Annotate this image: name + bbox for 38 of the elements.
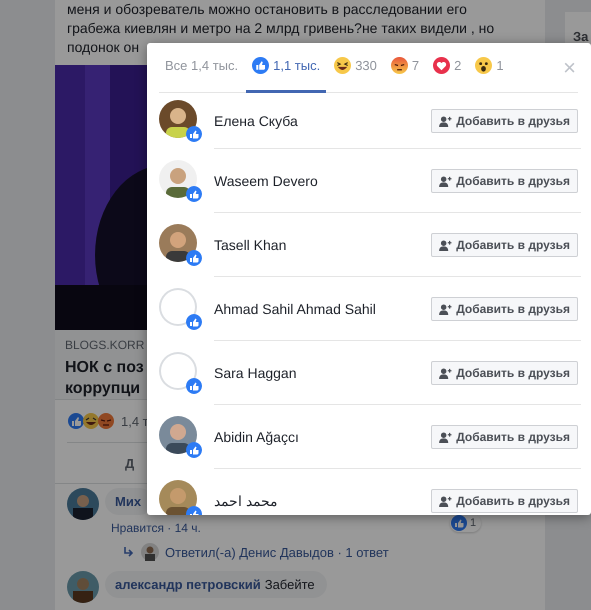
reactions-icon[interactable] <box>67 412 117 430</box>
add-person-icon <box>439 176 452 186</box>
like-badge-icon <box>186 442 202 458</box>
replies-link[interactable]: Ответил(-а) Денис Давыдов · 1 ответ <box>165 544 389 560</box>
action-label[interactable]: Д <box>125 456 134 470</box>
like-badge-icon <box>186 250 202 266</box>
comment-author[interactable]: александр петровский <box>115 577 261 592</box>
add-friend-button[interactable]: Добавить в друзья <box>431 233 578 257</box>
add-person-icon <box>439 432 452 442</box>
add-friend-button[interactable]: Добавить в друзья <box>431 489 578 513</box>
like-badge-icon <box>186 126 202 142</box>
add-friend-button[interactable]: Добавить в друзья <box>431 169 578 193</box>
default-avatar-icon <box>159 288 197 326</box>
add-person-icon <box>439 116 452 126</box>
reaction-tab[interactable]: 1,1 тыс. <box>246 43 326 93</box>
add-person-icon <box>439 304 452 314</box>
add-person-icon <box>439 240 452 250</box>
comment-like-badge[interactable]: 1 <box>450 514 482 532</box>
comment-meta[interactable]: Нравится · 14 ч. <box>111 521 389 535</box>
add-friend-button[interactable]: Добавить в друзья <box>431 425 578 449</box>
reply-arrow-icon <box>123 547 135 557</box>
add-person-icon <box>439 368 452 378</box>
like-count: 1 <box>470 517 476 529</box>
like-icon <box>252 57 270 74</box>
add-friend-button[interactable]: Добавить в друзья <box>431 297 578 321</box>
like-badge-icon <box>186 186 202 202</box>
default-avatar-icon <box>159 352 197 390</box>
add-friend-button[interactable]: Добавить в друзья <box>431 361 578 385</box>
surprised-face-icon <box>475 57 492 74</box>
like-badge-icon <box>186 314 202 330</box>
comment-author[interactable]: Мих <box>115 494 142 509</box>
add-friend-button[interactable]: Добавить в друзья <box>431 109 578 133</box>
angry-face-icon <box>390 57 408 74</box>
laughing-face-icon <box>334 57 352 74</box>
comment-text: Забейте <box>264 577 315 592</box>
link-domain: BLOGS.KORR <box>65 338 144 352</box>
add-person-icon <box>439 496 452 506</box>
like-badge-icon <box>186 378 202 394</box>
